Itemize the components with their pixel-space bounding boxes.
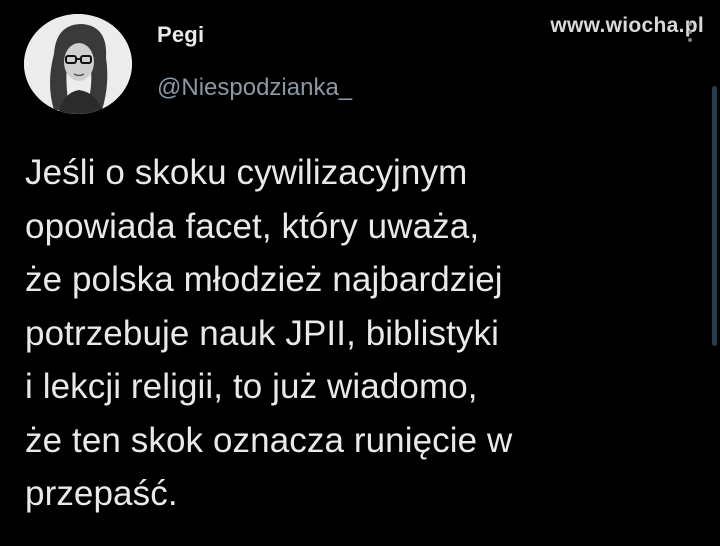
tweet-line: potrzebuje nauk JPII, biblistyki <box>25 313 499 353</box>
user-handle[interactable]: @Niespodzianka_ <box>157 74 352 102</box>
more-vertical-icon[interactable] <box>688 22 692 42</box>
tweet-line: opowiada facet, który uważa, <box>25 206 480 246</box>
tweet-line: przepaść. <box>25 474 178 513</box>
scrollbar[interactable] <box>712 86 717 346</box>
tweet-line: Jeśli o skoku cywilizacyjnym <box>25 153 468 192</box>
tweet-line: i lekcji religii, to już wiadomo, <box>25 367 478 406</box>
profile-photo <box>24 14 132 114</box>
tweet-line: że polska młodzież najbardziej <box>25 260 503 299</box>
tweet-line: że ten skok oznacza runięcie w <box>25 420 513 460</box>
avatar[interactable] <box>24 14 132 114</box>
display-name[interactable]: Pegi <box>157 22 204 48</box>
watermark: www.wiocha.pl <box>550 14 704 37</box>
tweet-text: Jeśli o skoku cywilizacyjnym opowiada fa… <box>25 146 675 521</box>
